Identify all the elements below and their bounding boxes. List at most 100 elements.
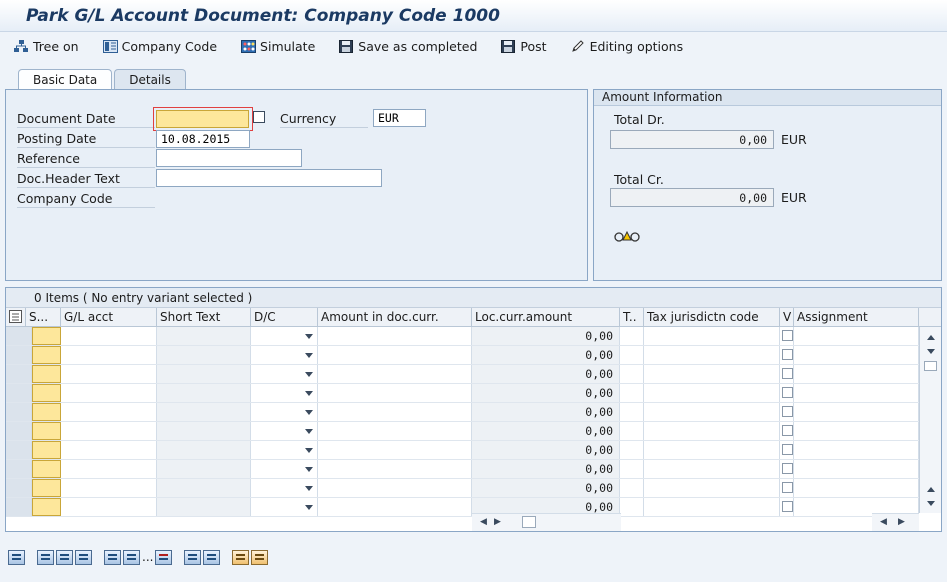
reference-input[interactable] — [156, 149, 302, 167]
debit-credit-cell[interactable] — [251, 441, 318, 459]
short-text-cell[interactable] — [157, 441, 251, 459]
assignment-cell[interactable] — [794, 403, 919, 421]
short-text-cell[interactable] — [157, 384, 251, 402]
debit-credit-cell[interactable] — [251, 403, 318, 421]
v-checkbox-cell[interactable] — [780, 422, 794, 440]
tax-jurisdiction-cell[interactable] — [644, 346, 780, 364]
dropdown-arrow-icon[interactable] — [305, 448, 313, 453]
gl-account-cell[interactable] — [61, 403, 157, 421]
local-curr-amount-cell[interactable]: 0,00 — [472, 422, 620, 440]
status-cell[interactable] — [32, 327, 61, 345]
row-selector[interactable] — [6, 403, 32, 421]
filter-icon[interactable] — [251, 549, 269, 565]
post-button[interactable]: Post — [501, 39, 547, 54]
assignment-cell[interactable] — [794, 479, 919, 497]
gl-account-cell[interactable] — [61, 441, 157, 459]
calendar-help-icon[interactable] — [253, 111, 265, 123]
debit-credit-cell[interactable] — [251, 346, 318, 364]
sort-icon[interactable] — [232, 549, 250, 565]
tax-code-cell[interactable] — [620, 441, 644, 459]
company-code-button[interactable]: Company Code — [102, 39, 217, 54]
table-row[interactable]: 0,00 — [6, 403, 919, 422]
row-selector[interactable] — [6, 365, 32, 383]
dropdown-arrow-icon[interactable] — [305, 486, 313, 491]
save-as-completed-button[interactable]: Save as completed — [339, 39, 477, 54]
tax-jurisdiction-cell[interactable] — [644, 327, 780, 345]
dropdown-arrow-icon[interactable] — [305, 372, 313, 377]
column-header-status[interactable]: S... — [26, 308, 61, 327]
gl-account-cell[interactable] — [61, 365, 157, 383]
checkbox[interactable] — [782, 349, 793, 360]
assignment-cell[interactable] — [794, 365, 919, 383]
table-row[interactable]: 0,00 — [6, 460, 919, 479]
status-cell[interactable] — [32, 365, 61, 383]
dropdown-arrow-icon[interactable] — [305, 467, 313, 472]
tax-code-cell[interactable] — [620, 498, 644, 516]
tax-jurisdiction-cell[interactable] — [644, 422, 780, 440]
row-selector[interactable] — [6, 327, 32, 345]
append-row-icon[interactable] — [123, 549, 140, 565]
status-cell[interactable] — [32, 460, 61, 478]
checkbox[interactable] — [782, 501, 793, 512]
local-curr-amount-cell[interactable]: 0,00 — [472, 346, 620, 364]
tax-code-cell[interactable] — [620, 479, 644, 497]
debit-credit-cell[interactable] — [251, 384, 318, 402]
local-curr-amount-cell[interactable]: 0,00 — [472, 441, 620, 459]
row-selector[interactable] — [6, 479, 32, 497]
scroll-right-icon-right[interactable]: ▶ — [898, 517, 905, 527]
column-header-debit-credit[interactable]: D/C — [251, 308, 318, 327]
tax-code-cell[interactable] — [620, 346, 644, 364]
tax-code-cell[interactable] — [620, 460, 644, 478]
assignment-cell[interactable] — [794, 441, 919, 459]
row-selector[interactable] — [6, 422, 32, 440]
v-checkbox-cell[interactable] — [780, 441, 794, 459]
dropdown-arrow-icon[interactable] — [305, 505, 313, 510]
currency-input[interactable] — [373, 109, 426, 127]
assignment-cell[interactable] — [794, 460, 919, 478]
dropdown-arrow-icon[interactable] — [305, 353, 313, 358]
local-curr-amount-cell[interactable]: 0,00 — [472, 479, 620, 497]
debit-credit-cell[interactable] — [251, 460, 318, 478]
status-cell[interactable] — [32, 403, 61, 421]
paste-icon[interactable] — [203, 549, 221, 565]
scroll-left-icon-right[interactable]: ◀ — [880, 517, 887, 527]
local-curr-amount-cell[interactable]: 0,00 — [472, 384, 620, 402]
tax-jurisdiction-cell[interactable] — [644, 460, 780, 478]
status-cell[interactable] — [32, 498, 61, 516]
scroll-thumb[interactable] — [924, 361, 937, 371]
checkbox[interactable] — [782, 482, 793, 493]
amount-doc-curr-cell[interactable] — [318, 498, 472, 516]
tax-code-cell[interactable] — [620, 327, 644, 345]
v-checkbox-cell[interactable] — [780, 460, 794, 478]
checkbox[interactable] — [782, 330, 793, 341]
v-checkbox-cell[interactable] — [780, 403, 794, 421]
scroll-left-icon[interactable]: ◀ — [480, 517, 487, 527]
status-cell[interactable] — [32, 479, 61, 497]
v-checkbox-cell[interactable] — [780, 384, 794, 402]
tax-jurisdiction-cell[interactable] — [644, 479, 780, 497]
v-checkbox-cell[interactable] — [780, 346, 794, 364]
column-header-assignment[interactable]: Assignment — [794, 308, 919, 327]
details-icon[interactable] — [8, 549, 25, 565]
local-curr-amount-cell[interactable]: 0,00 — [472, 365, 620, 383]
checkbox[interactable] — [782, 368, 793, 379]
editing-options-button[interactable]: Editing options — [571, 39, 683, 54]
row-selector[interactable] — [6, 498, 32, 516]
dropdown-arrow-icon[interactable] — [305, 410, 313, 415]
debit-credit-cell[interactable] — [251, 327, 318, 345]
tax-jurisdiction-cell[interactable] — [644, 498, 780, 516]
column-header-v[interactable]: V — [780, 308, 794, 327]
column-header-tax[interactable]: T.. — [620, 308, 644, 327]
amount-doc-curr-cell[interactable] — [318, 460, 472, 478]
copy-icon[interactable] — [184, 549, 202, 565]
column-header-tax-jurisdiction[interactable]: Tax jurisdictn code — [644, 308, 780, 327]
local-curr-amount-cell[interactable]: 0,00 — [472, 327, 620, 345]
assignment-cell[interactable] — [794, 346, 919, 364]
amount-doc-curr-cell[interactable] — [318, 479, 472, 497]
tax-code-cell[interactable] — [620, 422, 644, 440]
gl-account-cell[interactable] — [61, 498, 157, 516]
gl-account-cell[interactable] — [61, 422, 157, 440]
local-curr-amount-cell[interactable]: 0,00 — [472, 403, 620, 421]
select-block-icon[interactable] — [75, 549, 92, 565]
row-selector[interactable] — [6, 441, 32, 459]
